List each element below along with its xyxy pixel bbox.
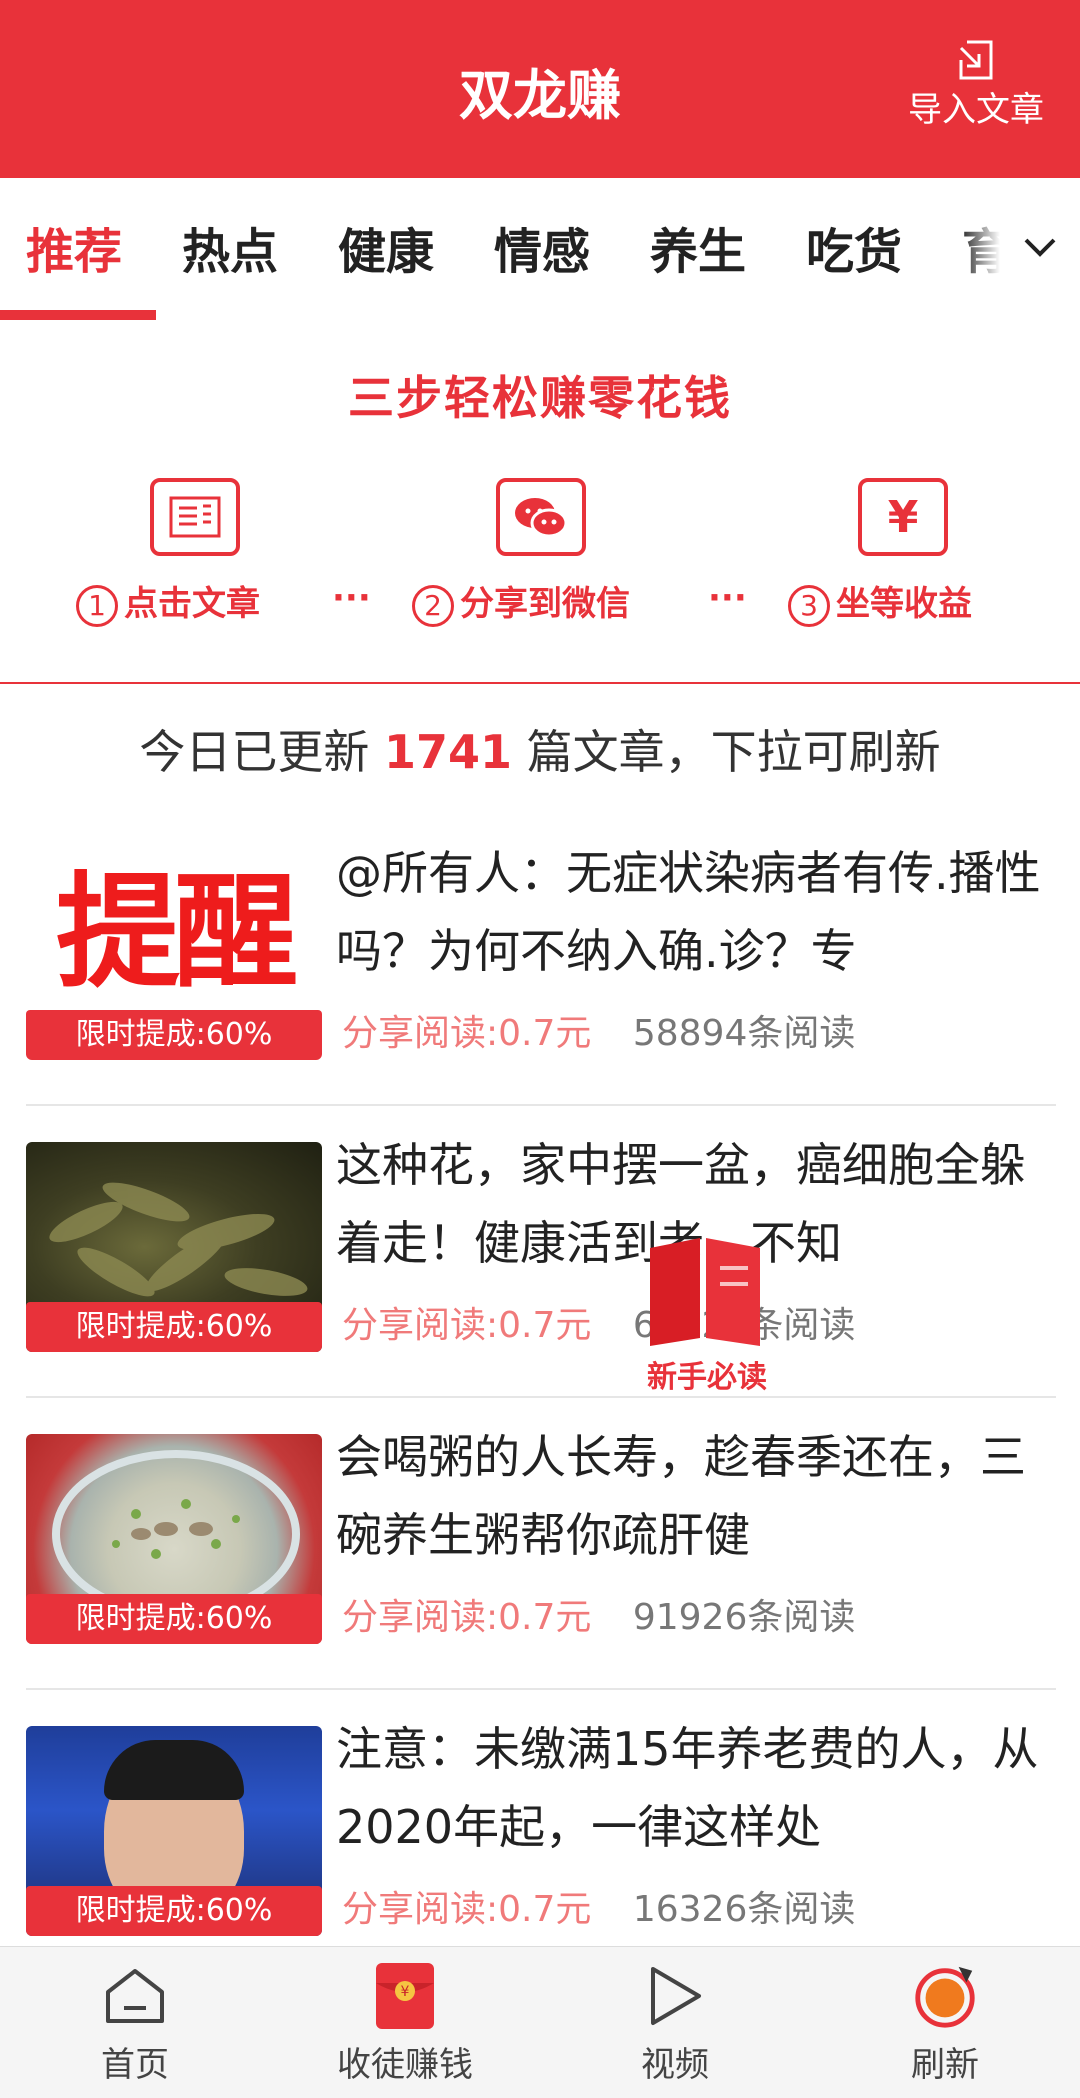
- step-separator: ···: [332, 578, 371, 618]
- chevron-down-icon: [1024, 238, 1056, 257]
- commission-badge: 限时提成:60%: [26, 1594, 322, 1644]
- article-meta: 分享阅读:0.7元 58894条阅读: [342, 1010, 855, 1058]
- thumb-text: 提醒: [55, 860, 298, 1005]
- active-tab-indicator: [0, 310, 156, 320]
- import-label: 导入文章: [908, 90, 1044, 130]
- read-count: 58894条阅读: [632, 1013, 856, 1054]
- update-notice: 今日已更新 1741 篇文章，下拉可刷新: [139, 725, 941, 779]
- import-icon: [959, 40, 993, 80]
- bottom-nav: 首页 ¥ 收徒赚钱 视频 刷新: [0, 1946, 1080, 2098]
- tab-health[interactable]: 健康: [338, 220, 434, 284]
- article-icon: [150, 478, 240, 556]
- tabs-expand-button[interactable]: [1000, 208, 1080, 288]
- read-count: 91926条阅读: [632, 1597, 856, 1638]
- nav-video[interactable]: 视频: [540, 1947, 810, 2098]
- import-article-button[interactable]: 导入文章: [896, 38, 1056, 148]
- commission-badge: 限时提成:60%: [26, 1886, 322, 1936]
- step-2-label: 2 分享到微信: [412, 582, 630, 627]
- list-item[interactable]: 限时提成:60% 会喝粥的人长寿，趁春季还在，三碗养生粥帮你疏肝健 分享阅读:0…: [26, 1398, 1056, 1690]
- steps-title: 三步轻松赚零花钱: [348, 371, 732, 425]
- nav-recruit[interactable]: ¥ 收徒赚钱: [270, 1947, 540, 2098]
- article-title: 注意：未缴满15年养老费的人，从2020年起，一律这样处: [336, 1722, 1039, 1854]
- tabs-fade: [960, 208, 1000, 288]
- tab-wellness[interactable]: 养生: [650, 220, 746, 284]
- article-title: 会喝粥的人长寿，趁春季还在，三碗养生粥帮你疏肝健: [336, 1430, 1026, 1562]
- read-count: 16326条阅读: [632, 1889, 856, 1930]
- step-separator: ···: [708, 578, 747, 618]
- list-item[interactable]: 限时提成:60% 这种花，家中摆一盆，癌细胞全躲着走！健康活到老，不知 分享阅读…: [26, 1106, 1056, 1398]
- share-earn: 分享阅读:0.7元: [342, 1305, 592, 1346]
- share-earn: 分享阅读:0.7元: [342, 1597, 592, 1638]
- svg-text:¥: ¥: [401, 1984, 410, 2000]
- tab-hot[interactable]: 热点: [182, 220, 278, 284]
- red-envelope-icon: ¥: [370, 1961, 440, 2031]
- book-icon: [650, 1238, 760, 1346]
- app-header: 双龙赚 导入文章: [0, 0, 1080, 178]
- article-meta: 分享阅读:0.7元 91926条阅读: [342, 1594, 855, 1642]
- tab-emotion[interactable]: 情感: [494, 220, 590, 284]
- list-item[interactable]: 提醒 限时提成:60% @所有人：无症状染病者有传.播性吗？为何不纳入确.诊？专…: [26, 814, 1056, 1106]
- commission-badge: 限时提成:60%: [26, 1010, 322, 1060]
- update-count: 1741: [383, 725, 513, 779]
- article-title: @所有人：无症状染病者有传.播性吗？为何不纳入确.诊？专: [336, 846, 1041, 978]
- yuan-icon: ¥: [858, 478, 948, 556]
- article-thumbnail: 限时提成:60%: [26, 1726, 322, 1936]
- list-item[interactable]: 限时提成:60% 注意：未缴满15年养老费的人，从2020年起，一律这样处 分享…: [26, 1690, 1056, 1982]
- nav-refresh[interactable]: 刷新: [810, 1947, 1080, 2098]
- newbie-guide-button[interactable]: 新手必读: [632, 1228, 782, 1398]
- category-tabs: 推荐 热点 健康 情感 养生 吃货 育: [0, 178, 1080, 320]
- step-1-label: 1 点击文章: [76, 582, 260, 627]
- article-meta: 分享阅读:0.7元 16326条阅读: [342, 1886, 855, 1934]
- refresh-icon: [910, 1961, 980, 2031]
- newbie-label: 新手必读: [647, 1360, 767, 1395]
- article-thumbnail: 限时提成:60%: [26, 1434, 322, 1644]
- article-thumbnail: 限时提成:60%: [26, 1142, 322, 1352]
- home-icon: [100, 1961, 170, 2031]
- tab-foodie[interactable]: 吃货: [806, 220, 902, 284]
- wechat-icon: [496, 478, 586, 556]
- tab-recommend[interactable]: 推荐: [26, 220, 122, 284]
- commission-badge: 限时提成:60%: [26, 1302, 322, 1352]
- article-thumbnail: 提醒 限时提成:60%: [26, 850, 322, 1060]
- share-earn: 分享阅读:0.7元: [342, 1889, 592, 1930]
- nav-home[interactable]: 首页: [0, 1947, 270, 2098]
- share-earn: 分享阅读:0.7元: [342, 1013, 592, 1054]
- earn-steps-banner[interactable]: 三步轻松赚零花钱 ¥ 1 点击文章 ··· 2 分享到微信 ··· 3 坐等收益: [0, 320, 1080, 684]
- step-3-label: 3 坐等收益: [788, 582, 972, 627]
- play-icon: [640, 1961, 710, 2031]
